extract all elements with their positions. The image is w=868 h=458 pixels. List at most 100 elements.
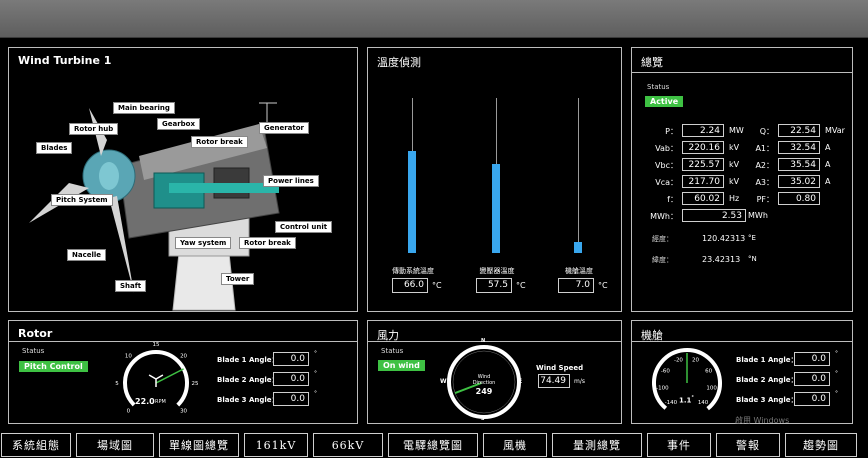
- overview-label: A3：: [755, 178, 774, 187]
- callout-rotor-hub: Rotor hub: [69, 123, 119, 135]
- blade-angle-label: Blade 3 Angle：: [736, 396, 798, 404]
- blade-angle-value: 0.0: [273, 372, 309, 386]
- rpm-unit: RPM: [155, 399, 166, 405]
- callout-shaft: Shaft: [115, 280, 147, 292]
- rpm-gauge: 0 5 10 15 20 25 30: [115, 342, 199, 416]
- status-label: Status: [381, 347, 404, 355]
- nav-button-10[interactable]: 趨勢圖: [785, 433, 857, 457]
- longitude-value: 120.42313: [702, 234, 746, 243]
- gauge-tick-label: 0: [127, 409, 131, 415]
- rotor-hub-symbol: [155, 374, 164, 380]
- longitude-label: 經度：: [652, 235, 673, 243]
- nav-button-3[interactable]: 161kV: [244, 433, 308, 457]
- gauge-tick-label: 100: [706, 385, 717, 391]
- overview-unit: MVar: [825, 126, 845, 135]
- overview-label: PF：: [756, 195, 774, 204]
- status-label: Status: [22, 347, 45, 355]
- nacelle-yaw-gauge: -20 20 -60 60 -100 100 -140 140: [652, 348, 722, 418]
- nav-button-7[interactable]: 量測總覽: [552, 433, 642, 457]
- thermometer-fill: [492, 164, 500, 253]
- bottom-navigation: 系統組態 場域圖 單線圖總覽 161kV 66kV 電驛總覽圖 風機 量測總覽 事件 警報 趨勢圖: [0, 432, 868, 458]
- nav-button-9[interactable]: 警報: [716, 433, 780, 457]
- temperature-value: 66.0: [392, 278, 428, 293]
- overview-value: 217.70: [682, 175, 724, 188]
- blade-angle-unit: °: [314, 370, 317, 377]
- gauge-tick-label: 15: [153, 342, 160, 348]
- rotor-panel: Rotor Status Pitch Control 0 5 10 15 20 25 30 …: [8, 320, 358, 424]
- panel-title: 總覽: [641, 56, 663, 69]
- gauge-tick-label: 20: [180, 353, 187, 359]
- overview-value: 2.24: [682, 124, 724, 137]
- temperature-label: 變壓器溫度: [479, 267, 515, 275]
- blade-angle-value: 0.0: [794, 352, 830, 366]
- callout-rotor-break-bottom: Rotor break: [239, 237, 296, 249]
- gauge-tick-label: 25: [192, 381, 199, 387]
- gauge-tick-label: -140: [665, 400, 678, 406]
- overview-value: 35.02: [778, 175, 820, 188]
- nav-button-2[interactable]: 單線圖總覽: [159, 433, 239, 457]
- compass-east: E: [518, 378, 523, 385]
- overview-value: 225.57: [682, 158, 724, 171]
- overview-label: Vca：: [655, 178, 678, 187]
- overview-unit: Hz: [729, 194, 740, 203]
- blade-angle-unit: °: [835, 370, 838, 377]
- overview-unit: MW: [729, 126, 744, 135]
- wind-direction-label-2: Direction: [472, 380, 496, 386]
- nav-button-6[interactable]: 風機: [483, 433, 547, 457]
- overview-unit: kV: [729, 177, 740, 186]
- latitude-value: 23.42313: [702, 255, 741, 264]
- gauge-tick-label: -60: [661, 369, 670, 375]
- gauge-tick-label: 140: [698, 400, 709, 406]
- thermometer-fill: [574, 242, 582, 253]
- gauge-tick-label: 5: [115, 381, 119, 387]
- overview-value: 60.02: [682, 192, 724, 205]
- temperature-unit: °C: [516, 281, 526, 290]
- callout-control-unit: Control unit: [275, 221, 333, 233]
- overview-label: Q：: [759, 127, 774, 136]
- nav-button-0[interactable]: 系統組態: [1, 433, 71, 457]
- temperature-value: 7.0: [558, 278, 594, 293]
- windows-activation-watermark: 啟用 Windows: [735, 416, 790, 425]
- overview-label: Vab：: [655, 144, 678, 153]
- nacelle-value: 1.1°: [679, 395, 694, 404]
- wind-panel: 風力 Status On wind N E S W Wind Direction…: [367, 320, 622, 424]
- nacelle-panel: 機艙 -20 20 -60 60 -100 100 -140 140 1.1° Blade 1…: [631, 320, 853, 424]
- thermometer-track: [578, 98, 579, 253]
- blade-angle-label: Blade 1 Angle：: [736, 356, 798, 364]
- compass-south: S: [481, 416, 485, 422]
- nav-button-4[interactable]: 66kV: [313, 433, 383, 457]
- wind-speed-unit: m/s: [574, 378, 585, 385]
- callout-blades: Blades: [36, 142, 73, 154]
- nav-button-5[interactable]: 電驛總覽圖: [388, 433, 478, 457]
- wind-speed-label: Wind Speed: [536, 364, 584, 372]
- temperature-unit: °C: [432, 281, 442, 290]
- temperature-value: 57.5: [476, 278, 512, 293]
- overview-unit: kV: [729, 143, 740, 152]
- thermometer-fill: [408, 151, 416, 253]
- callout-generator: Generator: [259, 122, 310, 134]
- blade-angle-value: 0.0: [273, 392, 309, 406]
- blade-angle-label: Blade 1 Angle：: [217, 356, 279, 364]
- panel-title: Rotor: [18, 327, 53, 340]
- overview-unit: A: [825, 177, 831, 186]
- overview-panel: 總覽 Status Active P： 2.24 MW Vab： 220.16 kV Vbc…: [631, 47, 853, 312]
- blade-angle-unit: °: [314, 390, 317, 397]
- overview-label: MWh：: [650, 212, 678, 221]
- blade-angle-label: Blade 3 Angle：: [217, 396, 279, 404]
- gauge-tick-label: 60: [705, 369, 712, 375]
- overview-value: 0.80: [778, 192, 820, 205]
- callout-yaw-system: Yaw system: [175, 237, 232, 249]
- temperature-label: 傳動系統溫度: [392, 267, 434, 275]
- rotor-hub-symbol: [148, 374, 157, 380]
- blade-angle-value: 0.0: [794, 372, 830, 386]
- rpm-value: 22.0: [135, 397, 155, 406]
- overview-label: Vbc：: [655, 161, 678, 170]
- panel-title: 溫度偵測: [377, 56, 421, 69]
- nav-button-8[interactable]: 事件: [647, 433, 711, 457]
- latitude-label: 緯度：: [652, 256, 673, 264]
- nav-button-1[interactable]: 場域圖: [76, 433, 154, 457]
- gauge-tick-label: 10: [125, 353, 132, 359]
- blade-angle-value: 0.0: [794, 392, 830, 406]
- gauge-tick-label: 30: [180, 409, 187, 415]
- overview-unit: A: [825, 143, 831, 152]
